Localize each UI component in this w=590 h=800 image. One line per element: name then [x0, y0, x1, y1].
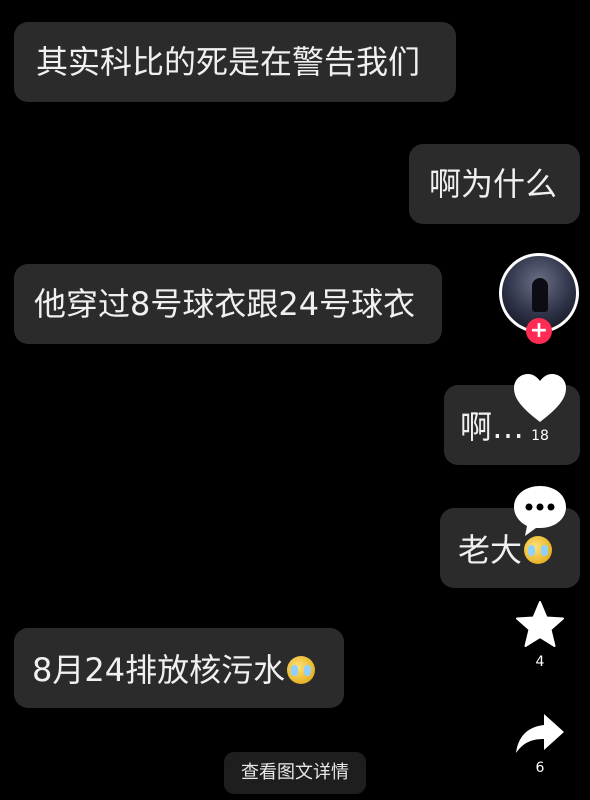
crying-face-icon: [524, 536, 553, 564]
message-text: 其实科比的死是在警告我们: [36, 43, 421, 81]
message-bubble-left: 其实科比的死是在警告我们: [14, 22, 456, 102]
message-text: 8月24排放核污水: [32, 651, 286, 689]
message-bubble-left: 他穿过8号球衣跟24号球衣: [14, 264, 442, 344]
message-bubble-right: 啊为什么: [409, 144, 580, 224]
message-bubble-left: 8月24排放核污水: [14, 628, 344, 708]
like-button[interactable]: 18: [510, 372, 570, 444]
share-arrow-icon: [516, 714, 564, 753]
comment-button[interactable]: [510, 484, 570, 538]
share-button[interactable]: 6: [510, 712, 570, 776]
message-text: 啊为什么: [429, 165, 558, 203]
like-count: 18: [531, 428, 549, 444]
share-count: 6: [535, 760, 545, 776]
heart-icon: [514, 374, 566, 422]
author-avatar-group[interactable]: +: [499, 253, 579, 344]
view-details-button[interactable]: 查看图文详情: [224, 752, 366, 794]
crying-face-icon: [287, 656, 316, 684]
message-text: 他穿过8号球衣跟24号球衣: [34, 285, 416, 323]
follow-button[interactable]: +: [526, 318, 552, 344]
favorite-button[interactable]: 4: [510, 600, 570, 670]
favorite-count: 4: [535, 654, 545, 670]
comment-icon: [514, 486, 566, 536]
star-icon: [516, 601, 564, 647]
